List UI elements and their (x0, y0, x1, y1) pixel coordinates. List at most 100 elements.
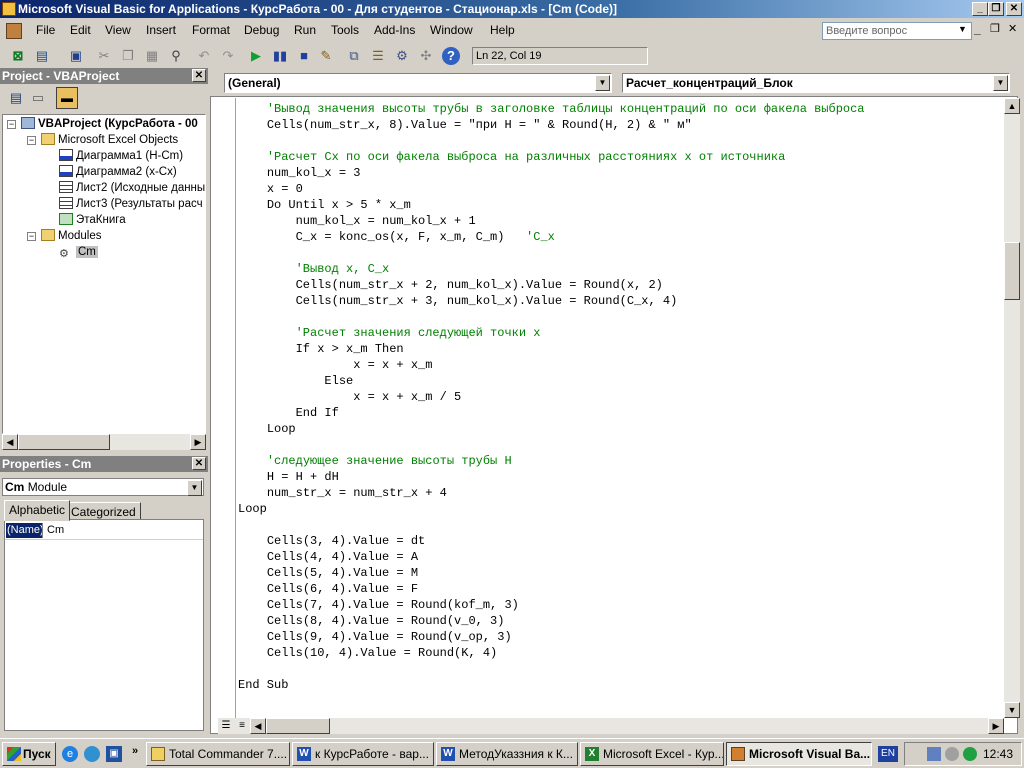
tab-alphabetic[interactable]: Alphabetic (4, 500, 71, 521)
menu-format[interactable]: Format (192, 23, 230, 37)
task-word-2[interactable]: W МетодУказзния к К... (436, 742, 578, 766)
code-line[interactable]: Cells(4, 4).Value = A (238, 549, 1003, 565)
code-line[interactable]: Cells(num_str_x + 2, num_kol_x).Value = … (238, 277, 1003, 293)
tab-categorized[interactable]: Categorized (66, 502, 141, 520)
code-line[interactable]: Cells(6, 4).Value = F (238, 581, 1003, 597)
code-line[interactable]: Do Until x > 5 * x_m (238, 197, 1003, 213)
minimize-button[interactable]: _ (972, 2, 988, 16)
tree-item-chart1[interactable]: Диаграмма1 (H-Cm) (59, 149, 183, 163)
help-icon[interactable]: ? (442, 47, 460, 65)
view-object-icon[interactable]: ▭ (28, 88, 48, 108)
scroll-left-icon[interactable]: ◀ (250, 718, 266, 734)
code-line[interactable]: Else (238, 373, 1003, 389)
code-line[interactable]: Cells(8, 4).Value = Round(v_0, 3) (238, 613, 1003, 629)
save-icon[interactable]: ▣ (66, 46, 86, 66)
code-line[interactable]: Cells(7, 4).Value = Round(kof_m, 3) (238, 597, 1003, 613)
doc-minimize-button[interactable]: _ (974, 22, 981, 36)
code-line[interactable]: Cells(3, 4).Value = dt (238, 533, 1003, 549)
code-line[interactable]: num_kol_x = 3 (238, 165, 1003, 181)
maximize-button[interactable]: ❐ (988, 2, 1004, 16)
code-line[interactable]: Cells(5, 4).Value = M (238, 565, 1003, 581)
procedure-view-icon[interactable]: ☰ (218, 718, 234, 734)
design-mode-icon[interactable]: ✎ (316, 46, 336, 66)
code-line[interactable]: 'Расчет Cx по оси факела выброса на разл… (238, 149, 1003, 165)
code-line[interactable]: If x > x_m Then (238, 341, 1003, 357)
code-line[interactable] (238, 245, 1003, 261)
code-line[interactable]: num_kol_x = num_kol_x + 1 (238, 213, 1003, 229)
break-icon[interactable]: ▮▮ (270, 46, 290, 66)
close-button[interactable]: ✕ (1006, 2, 1022, 16)
full-module-view-icon[interactable]: ≡ (234, 718, 250, 734)
scroll-thumb[interactable] (18, 434, 110, 450)
code-line[interactable]: End If (238, 405, 1003, 421)
toolbox-icon[interactable]: ✣ (416, 46, 436, 66)
floppy-icon[interactable]: ▣ (106, 746, 122, 762)
menu-window[interactable]: Window (430, 23, 473, 37)
menu-tools[interactable]: Tools (331, 23, 359, 37)
menu-debug[interactable]: Debug (244, 23, 279, 37)
code-line[interactable]: End Sub (238, 677, 1003, 693)
antivirus-icon[interactable] (963, 747, 977, 761)
task-excel[interactable]: X Microsoft Excel - Кур... (580, 742, 724, 766)
menu-addins[interactable]: Add-Ins (374, 23, 415, 37)
scroll-left-icon[interactable]: ◀ (2, 434, 18, 450)
project-explorer-icon[interactable]: ⧉ (344, 46, 364, 66)
code-editor[interactable]: 'Вывод значения высоты трубы в заголовке… (238, 101, 1003, 701)
tree-item-module-cm[interactable]: ⚙ Cm (59, 245, 98, 260)
code-line[interactable]: Loop (238, 501, 1003, 517)
view-code-icon[interactable]: ▤ (6, 88, 26, 108)
scroll-up-icon[interactable]: ▲ (1004, 98, 1020, 114)
menu-edit[interactable]: Edit (70, 23, 91, 37)
code-line[interactable]: Loop (238, 421, 1003, 437)
run-icon[interactable]: ▶ (246, 46, 266, 66)
scroll-thumb[interactable] (266, 718, 330, 734)
object-dropdown[interactable]: (General) ▼ (224, 73, 612, 93)
document-icon[interactable] (6, 23, 22, 39)
menu-help[interactable]: Help (490, 23, 515, 37)
code-line[interactable]: num_str_x = num_str_x + 4 (238, 485, 1003, 501)
reset-icon[interactable]: ■ (294, 46, 314, 66)
code-line[interactable] (238, 309, 1003, 325)
code-line[interactable]: 'Вывод значения высоты трубы в заголовке… (238, 101, 1003, 117)
tree-item-sheet3[interactable]: Лист3 (Результаты расч (59, 197, 203, 211)
language-indicator[interactable]: EN (878, 746, 898, 762)
project-hscrollbar[interactable]: ◀ ▶ (2, 434, 206, 450)
paste-icon[interactable]: ▦ (142, 46, 162, 66)
expand-objects-icon[interactable]: − (27, 136, 36, 145)
code-line[interactable] (238, 517, 1003, 533)
code-line[interactable]: Cells(num_str_x, 8).Value = "при H = " &… (238, 117, 1003, 133)
tree-folder-objects[interactable]: Microsoft Excel Objects (41, 133, 178, 147)
menu-view[interactable]: View (105, 23, 131, 37)
code-line[interactable]: x = x + x_m (238, 357, 1003, 373)
properties-close-button[interactable]: ✕ (192, 457, 206, 470)
code-line[interactable]: Cells(num_str_x + 3, num_kol_x).Value = … (238, 293, 1003, 309)
code-line[interactable]: 'следующее значение высоты трубы H (238, 453, 1003, 469)
task-total-commander[interactable]: Total Commander 7.... (146, 742, 290, 766)
code-line[interactable]: Cells(9, 4).Value = Round(v_op, 3) (238, 629, 1003, 645)
insert-userform-icon[interactable]: ▤ (32, 46, 52, 66)
menu-insert[interactable]: Insert (146, 23, 176, 37)
tree-folder-modules[interactable]: Modules (41, 229, 101, 243)
scroll-right-icon[interactable]: ▶ (988, 718, 1004, 734)
code-line[interactable]: H = H + dH (238, 469, 1003, 485)
properties-window-icon[interactable]: ☰ (368, 46, 388, 66)
tray-app-icon[interactable] (945, 747, 959, 761)
dropdown-arrow-icon[interactable]: ▼ (595, 75, 610, 91)
ie-icon[interactable]: e (62, 746, 78, 762)
task-vba[interactable]: Microsoft Visual Ba... (726, 742, 872, 766)
tree-item-thisworkbook[interactable]: ЭтаКнига (59, 213, 126, 227)
code-line[interactable] (238, 437, 1003, 453)
object-browser-icon[interactable]: ⚙ (392, 46, 412, 66)
task-word-1[interactable]: W к КурсРаботе - вар... (292, 742, 434, 766)
redo-icon[interactable]: ↷ (218, 46, 238, 66)
doc-restore-button[interactable]: ❐ (990, 22, 1000, 35)
browser-icon[interactable] (84, 746, 100, 762)
start-button[interactable]: Пуск (2, 742, 56, 766)
quicklaunch-more-icon[interactable]: » (132, 745, 138, 757)
code-line[interactable] (238, 661, 1003, 677)
excel-view-icon[interactable]: ⊠ (8, 46, 28, 66)
toggle-folders-icon[interactable]: ▬ (56, 87, 78, 109)
prop-name-label[interactable]: (Name) (6, 523, 44, 538)
help-search-input[interactable]: Введите вопрос (822, 22, 972, 40)
menu-run[interactable]: Run (294, 23, 316, 37)
